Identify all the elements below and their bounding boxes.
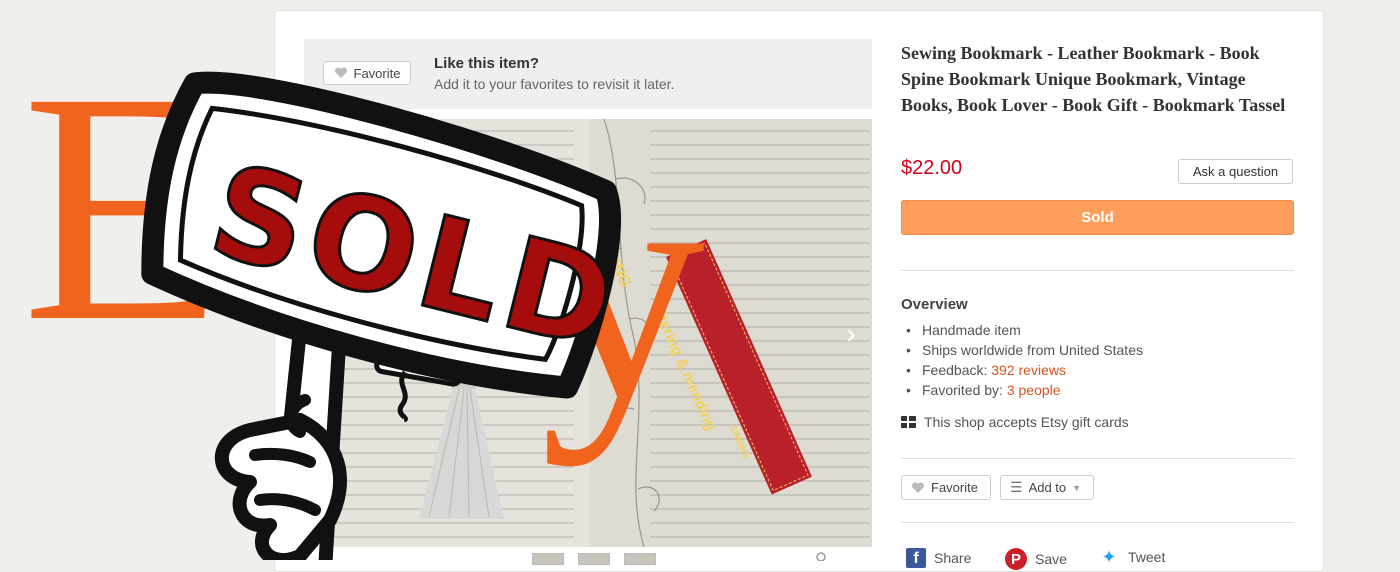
favorite-prompt-title: Like this item? bbox=[434, 55, 540, 72]
etsy-logo-letter-e: E bbox=[22, 25, 224, 390]
overview-item: • Handmade item bbox=[906, 322, 1021, 338]
overview-item: • Favorited by: 3 people bbox=[906, 382, 1061, 398]
divider bbox=[901, 522, 1294, 523]
gift-card-text: This shop accepts Etsy gift cards bbox=[924, 414, 1129, 430]
photo-thumbnails bbox=[532, 553, 656, 565]
photo-page-texture bbox=[334, 119, 870, 547]
save-pinterest[interactable]: P Save bbox=[1005, 548, 1067, 570]
twitter-icon: ✦ bbox=[1101, 546, 1117, 567]
tweet-twitter[interactable]: ✦ Tweet bbox=[1098, 546, 1166, 567]
share-label: Share bbox=[934, 550, 972, 566]
gift-card-note: This shop accepts Etsy gift cards bbox=[901, 414, 1129, 430]
tweet-label: Tweet bbox=[1128, 549, 1166, 565]
reviews-link[interactable]: 392 reviews bbox=[991, 362, 1066, 378]
facebook-icon: f bbox=[906, 548, 926, 568]
save-label: Save bbox=[1035, 551, 1067, 567]
add-to-button[interactable]: ☰ Add to ▼ bbox=[1000, 475, 1094, 500]
overview-item-text: Favorited by: bbox=[922, 382, 1007, 398]
overview-list: • Handmade item • Ships worldwide from Uni… bbox=[906, 320, 1143, 400]
share-facebook[interactable]: f Share bbox=[906, 548, 971, 568]
favorited-by-link[interactable]: 3 people bbox=[1007, 382, 1061, 398]
pinterest-icon: P bbox=[1005, 548, 1027, 570]
overview-item-text: Feedback: bbox=[922, 362, 992, 378]
overview-item-text: Handmade item bbox=[922, 322, 1021, 338]
favorite-prompt-subtitle: Add it to your favorites to revisit it l… bbox=[434, 76, 675, 92]
favorite-button[interactable]: Favorite bbox=[901, 475, 991, 500]
listing-price: $22.00 bbox=[901, 157, 963, 179]
heart-icon bbox=[911, 481, 925, 493]
favorite-prompt-button[interactable]: Favorite bbox=[323, 61, 411, 85]
overview-item: • Feedback: 392 reviews bbox=[906, 362, 1066, 378]
divider bbox=[901, 270, 1294, 271]
photo-thumbnail[interactable] bbox=[532, 553, 564, 565]
ask-question-button[interactable]: Ask a question bbox=[1178, 159, 1293, 184]
gift-card-icon bbox=[901, 416, 916, 428]
overview-item: • Ships worldwide from United States bbox=[906, 342, 1143, 358]
heart-icon bbox=[334, 67, 347, 78]
divider bbox=[901, 458, 1294, 459]
overview-item-text: Ships worldwide from United States bbox=[922, 342, 1143, 358]
listing-title: Sewing Bookmark - Leather Bookmark - Boo… bbox=[901, 43, 1286, 115]
chevron-down-icon: ▼ bbox=[1072, 482, 1082, 493]
photo-thumbnail[interactable] bbox=[578, 553, 610, 565]
product-photo[interactable]: ING altering & mending SIMONS bbox=[304, 119, 872, 547]
next-photo-chevron-icon[interactable]: › bbox=[836, 314, 866, 354]
photo-thumbnail[interactable] bbox=[624, 553, 656, 565]
favorite-prompt-label: Favorite bbox=[353, 65, 401, 81]
overview-heading: Overview bbox=[901, 296, 968, 313]
add-to-label: Add to bbox=[1028, 480, 1067, 495]
list-icon: ☰ bbox=[1010, 479, 1023, 495]
favorite-button-label: Favorite bbox=[931, 480, 978, 495]
sold-button[interactable]: Sold bbox=[901, 200, 1294, 235]
